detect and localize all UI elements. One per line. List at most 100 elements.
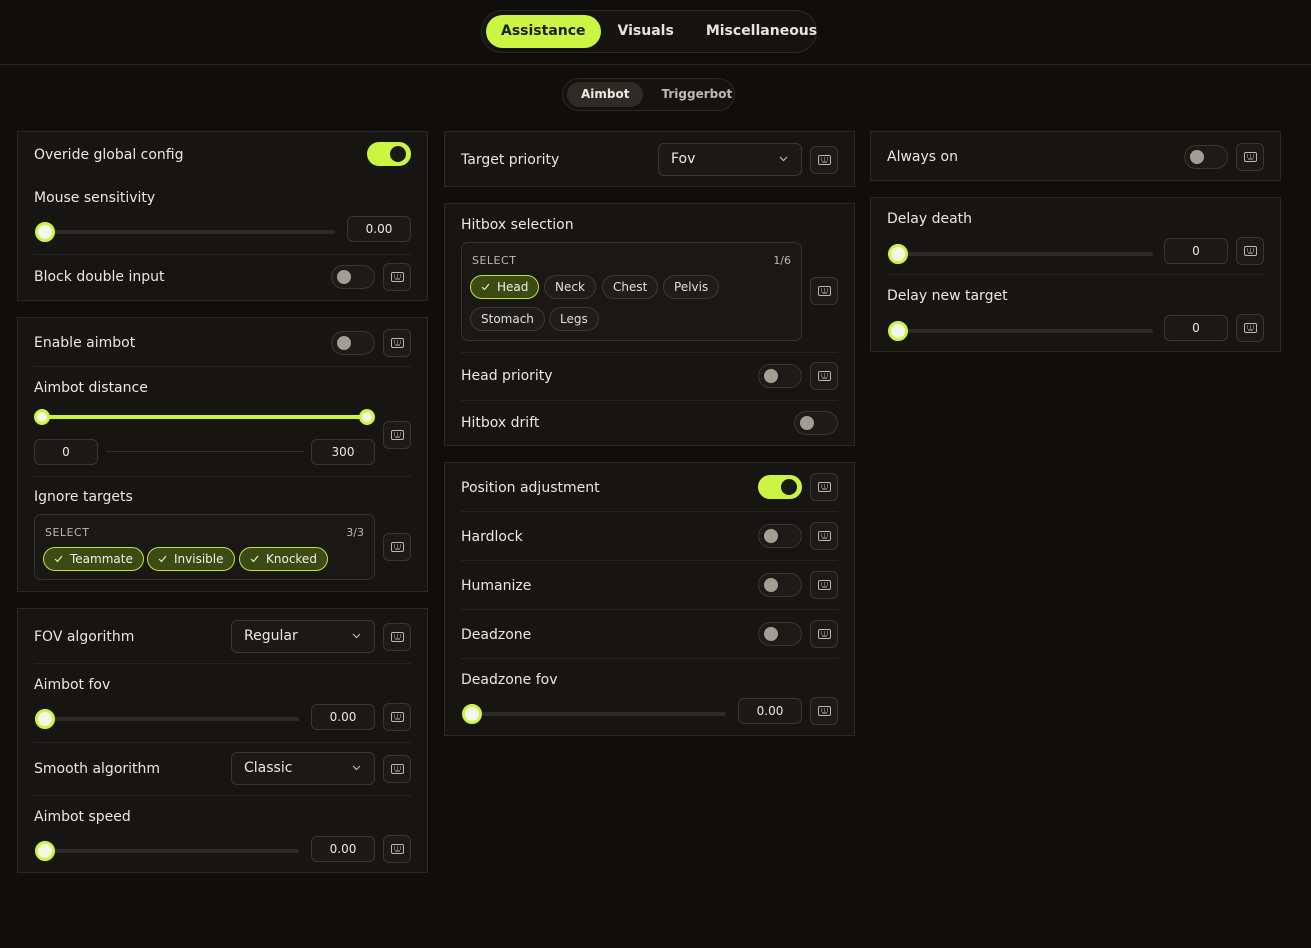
hitbox-count: 1/6 bbox=[773, 254, 791, 267]
hardlock-keybind[interactable] bbox=[810, 522, 838, 550]
subtab-aimbot[interactable]: Aimbot bbox=[567, 82, 644, 107]
aimbot-fov-track[interactable] bbox=[38, 717, 299, 721]
humanize-toggle[interactable] bbox=[758, 573, 802, 597]
deadzone-toggle[interactable] bbox=[758, 622, 802, 646]
smooth-algorithm-keybind[interactable] bbox=[383, 755, 411, 783]
always-on-toggle[interactable] bbox=[1184, 145, 1228, 169]
aimbot-distance-range-fill[interactable] bbox=[42, 415, 368, 419]
aimbot-fov-value[interactable]: 0.00 bbox=[311, 704, 375, 730]
aimbot-speed-value[interactable]: 0.00 bbox=[311, 836, 375, 862]
check-icon bbox=[250, 555, 259, 563]
keyboard-icon bbox=[391, 712, 404, 722]
chip-chest[interactable]: Chest bbox=[602, 275, 659, 299]
delay-new-target-value[interactable]: 0 bbox=[1164, 315, 1228, 341]
override-global-toggle[interactable] bbox=[367, 142, 411, 166]
target-priority-keybind[interactable] bbox=[810, 146, 838, 174]
keyboard-icon bbox=[818, 531, 831, 541]
aimbot-distance-max-thumb[interactable] bbox=[359, 409, 375, 425]
mouse-sensitivity-value[interactable]: 0.00 bbox=[347, 216, 411, 242]
delay-death-thumb[interactable] bbox=[888, 244, 908, 264]
delay-new-target-keybind[interactable] bbox=[1236, 314, 1264, 342]
delay-death-track[interactable] bbox=[891, 252, 1153, 256]
aimbot-distance-keybind[interactable] bbox=[383, 421, 411, 449]
delay-new-target-track[interactable] bbox=[891, 329, 1153, 333]
aimbot-speed-track[interactable] bbox=[38, 849, 299, 853]
deadzone-fov-keybind[interactable] bbox=[810, 697, 838, 725]
hardlock-toggle[interactable] bbox=[758, 524, 802, 548]
aimbot-speed-thumb[interactable] bbox=[35, 841, 55, 861]
hitbox-selection-label: Hitbox selection bbox=[461, 217, 574, 233]
hitbox-select-header: SELECT bbox=[472, 254, 517, 267]
delay-death-value[interactable]: 0 bbox=[1164, 238, 1228, 264]
chip-invisible[interactable]: Invisible bbox=[147, 547, 235, 571]
fov-algorithm-dropdown[interactable]: Regular bbox=[231, 620, 375, 653]
delay-new-target-thumb[interactable] bbox=[888, 321, 908, 341]
subtab-triggerbot[interactable]: Triggerbot bbox=[647, 82, 746, 107]
delay-death-keybind[interactable] bbox=[1236, 237, 1264, 265]
delay-death-label: Delay death bbox=[887, 211, 973, 227]
tab-visuals[interactable]: Visuals bbox=[603, 15, 689, 48]
keyboard-icon bbox=[818, 706, 831, 716]
ignore-targets-label: Ignore targets bbox=[34, 489, 133, 505]
position-adjustment-label: Position adjustment bbox=[461, 480, 600, 496]
head-priority-keybind[interactable] bbox=[810, 362, 838, 390]
aimbot-speed-keybind[interactable] bbox=[383, 835, 411, 863]
ignore-targets-keybind[interactable] bbox=[383, 533, 411, 561]
enable-aimbot-label: Enable aimbot bbox=[34, 335, 136, 351]
keyboard-icon bbox=[818, 629, 831, 639]
humanize-label: Humanize bbox=[461, 578, 532, 594]
chevron-down-icon bbox=[352, 765, 361, 771]
aimbot-fov-thumb[interactable] bbox=[35, 709, 55, 729]
head-priority-toggle[interactable] bbox=[758, 364, 802, 388]
keyboard-icon bbox=[391, 542, 404, 552]
position-adjustment-toggle[interactable] bbox=[758, 475, 802, 499]
aimbot-fov-keybind[interactable] bbox=[383, 703, 411, 731]
smooth-algorithm-dropdown[interactable]: Classic bbox=[231, 752, 375, 785]
always-on-keybind[interactable] bbox=[1236, 143, 1264, 171]
main-tabs: Assistance Visuals Miscellaneous bbox=[481, 10, 817, 53]
block-double-input-keybind[interactable] bbox=[383, 263, 411, 291]
enable-aimbot-keybind[interactable] bbox=[383, 329, 411, 357]
chip-legs[interactable]: Legs bbox=[549, 307, 599, 331]
hitbox-drift-toggle[interactable] bbox=[794, 411, 838, 435]
chip-teammate[interactable]: Teammate bbox=[43, 547, 144, 571]
deadzone-keybind[interactable] bbox=[810, 620, 838, 648]
chip-stomach[interactable]: Stomach bbox=[470, 307, 545, 331]
aimbot-distance-min-thumb[interactable] bbox=[34, 409, 50, 425]
top-bar: Assistance Visuals Miscellaneous bbox=[0, 0, 1311, 65]
deadzone-fov-thumb[interactable] bbox=[462, 704, 482, 724]
deadzone-fov-label: Deadzone fov bbox=[461, 672, 558, 688]
keyboard-icon bbox=[391, 764, 404, 774]
enable-aimbot-toggle[interactable] bbox=[331, 331, 375, 355]
deadzone-fov-value[interactable]: 0.00 bbox=[738, 698, 802, 724]
mouse-sensitivity-track[interactable] bbox=[38, 230, 335, 234]
humanize-keybind[interactable] bbox=[810, 571, 838, 599]
keyboard-icon bbox=[818, 482, 831, 492]
position-panel: Position adjustment Hardlock Humanize De… bbox=[444, 462, 855, 736]
delay-panel: Delay death 0 Delay new target 0 bbox=[870, 197, 1281, 352]
aimbot-distance-max-value[interactable]: 300 bbox=[311, 439, 375, 465]
mouse-sensitivity-thumb[interactable] bbox=[35, 222, 55, 242]
always-on-panel: Always on bbox=[870, 131, 1281, 181]
hitbox-select[interactable]: SELECT 1/6 Head Neck Chest Pelvis Stomac… bbox=[461, 242, 802, 341]
keyboard-icon bbox=[818, 155, 831, 165]
ignore-targets-select-header: SELECT bbox=[45, 526, 90, 539]
block-double-input-toggle[interactable] bbox=[331, 265, 375, 289]
chip-pelvis[interactable]: Pelvis bbox=[663, 275, 720, 299]
target-priority-dropdown[interactable]: Fov bbox=[658, 143, 802, 176]
aimbot-speed-label: Aimbot speed bbox=[34, 809, 131, 825]
tab-assistance[interactable]: Assistance bbox=[486, 15, 601, 48]
chip-neck[interactable]: Neck bbox=[544, 275, 596, 299]
ignore-targets-select[interactable]: SELECT 3/3 Teammate Invisible Knocked bbox=[34, 514, 375, 580]
sub-tabs: Aimbot Triggerbot bbox=[562, 78, 735, 111]
keyboard-icon bbox=[391, 430, 404, 440]
keyboard-icon bbox=[391, 338, 404, 348]
tab-miscellaneous[interactable]: Miscellaneous bbox=[691, 15, 832, 48]
aimbot-distance-min-value[interactable]: 0 bbox=[34, 439, 98, 465]
position-adjustment-keybind[interactable] bbox=[810, 473, 838, 501]
chip-knocked[interactable]: Knocked bbox=[239, 547, 328, 571]
deadzone-fov-track[interactable] bbox=[465, 712, 726, 716]
fov-algorithm-keybind[interactable] bbox=[383, 623, 411, 651]
hitbox-selection-keybind[interactable] bbox=[810, 277, 838, 305]
chip-head[interactable]: Head bbox=[470, 275, 540, 299]
